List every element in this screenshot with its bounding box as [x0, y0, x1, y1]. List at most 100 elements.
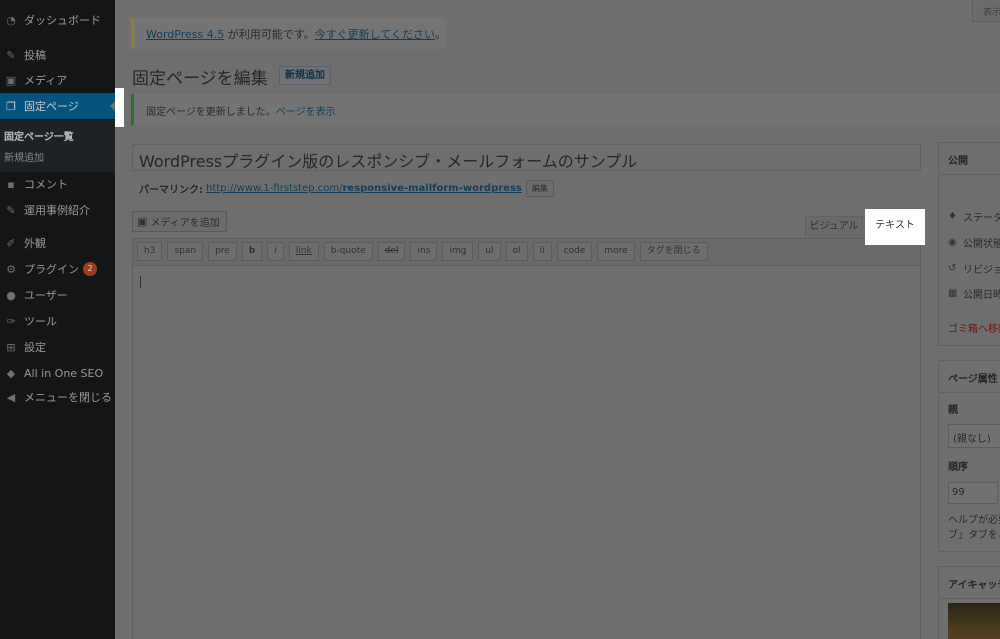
qt-span-button[interactable]: span	[167, 242, 204, 261]
order-label: 順序	[948, 462, 968, 473]
visibility-row: ◉ 公開状態	[948, 235, 1000, 250]
visibility-label: 公開状態	[963, 239, 1000, 250]
permalink-label: パーマリンク:	[139, 185, 203, 196]
qt-more-button[interactable]: more	[597, 242, 635, 261]
sidebar-item-users[interactable]: ● ユーザー	[0, 282, 115, 308]
current-menu-highlight	[115, 88, 124, 127]
order-input[interactable]: 99	[948, 482, 998, 504]
qt-ul-button[interactable]: ul	[478, 242, 501, 261]
qt-italic-button[interactable]: i	[267, 242, 284, 261]
move-to-trash-link[interactable]: ゴミ箱へ移動	[948, 320, 1000, 335]
post-title-input[interactable]: WordPressプラグイン版のレスポンシブ・メールフォームのサンプル	[132, 144, 921, 171]
permalink-edit-button[interactable]: 編集	[525, 180, 554, 197]
update-now-link[interactable]: 今すぐ更新してください	[315, 28, 435, 41]
sidebar-item-case-studies[interactable]: ✎ 運用事例紹介	[0, 197, 115, 223]
sidebar-item-label: 設定	[24, 341, 46, 354]
collapse-icon: ◀	[6, 390, 16, 404]
sidebar-item-label: All in One SEO	[24, 366, 104, 380]
qt-h3-button[interactable]: h3	[137, 242, 163, 261]
submenu-all-pages[interactable]: 固定ページ一覧	[4, 128, 74, 143]
sidebar-item-appearance[interactable]: ✐ 外観	[0, 230, 115, 256]
revisions-row: ↺ リビジョン	[948, 261, 1000, 276]
revisions-label: リビジョン	[963, 265, 1000, 276]
pin-icon: ✎	[6, 203, 16, 217]
page-attributes-box: ページ属性 親 (親なし) 順序 99 ヘルプが必要 ブ」タブをご	[938, 360, 1000, 552]
sidebar-item-all-in-one-seo[interactable]: ◆ All in One SEO	[0, 360, 115, 386]
update-notice-end: 。	[434, 28, 446, 41]
qt-bold-button[interactable]: b	[241, 242, 263, 261]
add-media-button[interactable]: ▣ メディアを追加	[132, 211, 227, 232]
admin-sidebar: ◔ ダッシュボード ✎ 投稿 ▣ メディア ❐ 固定ページ 固定ページ一覧 新規…	[0, 0, 116, 639]
editor-container: h3 span pre b i link b-quote del ins img…	[132, 238, 921, 639]
qt-close-tags-button[interactable]: タグを閉じる	[639, 242, 708, 261]
collapse-menu-button[interactable]: ◀ メニューを閉じる	[0, 384, 115, 410]
qt-img-button[interactable]: img	[442, 242, 474, 261]
plugin-update-badge: 2	[83, 262, 97, 276]
sidebar-item-label: 投稿	[24, 49, 46, 62]
pin-icon: ♦	[948, 211, 957, 222]
permalink-link[interactable]: http://www.1-firststep.com/responsive-ma…	[206, 183, 522, 194]
calendar-icon: ▦	[948, 288, 958, 299]
dashboard-icon: ◔	[6, 13, 16, 27]
sidebar-item-label: プラグイン	[24, 263, 79, 276]
sidebar-item-comments[interactable]: ▪ コメント	[0, 171, 115, 197]
sidebar-item-label: メディア	[24, 74, 68, 87]
qt-code-button[interactable]: code	[556, 242, 593, 261]
qt-blockquote-button[interactable]: b-quote	[323, 242, 373, 261]
sidebar-item-settings[interactable]: ⊞ 設定	[0, 334, 115, 360]
qt-ins-button[interactable]: ins	[410, 242, 438, 261]
sidebar-item-dashboard[interactable]: ◔ ダッシュボード	[0, 7, 115, 33]
pages-submenu: 固定ページ一覧 新規追加	[0, 120, 115, 172]
history-icon: ↺	[948, 263, 957, 274]
publish-box-title: 公開	[939, 143, 1000, 175]
media-icon: ▣	[137, 215, 148, 228]
plugin-icon: ⚙	[6, 262, 16, 276]
qt-link-button[interactable]: link	[288, 242, 319, 261]
help-text-line: ブ」タブをご	[948, 530, 1000, 541]
permalink-row: パーマリンク: http://www.1-firststep.com/respo…	[139, 180, 554, 197]
pages-icon: ❐	[6, 99, 16, 113]
sidebar-item-label: ユーザー	[24, 289, 68, 302]
page-title: 固定ページを編集	[132, 69, 268, 89]
user-icon: ●	[6, 288, 16, 302]
publish-date-row: ▦ 公開日時	[948, 286, 1000, 301]
sidebar-item-media[interactable]: ▣ メディア	[0, 67, 115, 93]
status-row: ♦ ステータス	[948, 209, 1000, 224]
sidebar-item-label: ダッシュボード	[24, 14, 101, 27]
parent-select[interactable]: (親なし)	[948, 424, 1000, 448]
wordpress-version-link[interactable]: WordPress 4.5	[146, 28, 224, 41]
featured-image-box: アイキャッチ	[938, 566, 1000, 639]
comment-icon: ▪	[7, 177, 15, 191]
add-new-button[interactable]: 新規追加	[279, 66, 331, 85]
submenu-add-new[interactable]: 新規追加	[4, 149, 44, 164]
featured-image-thumbnail[interactable]	[948, 603, 1000, 639]
add-media-label: メディアを追加	[150, 218, 220, 229]
sidebar-item-label: 固定ページ	[24, 100, 79, 113]
qt-li-button[interactable]: li	[532, 242, 552, 261]
media-icon: ▣	[5, 73, 17, 87]
screen-options-button[interactable]: 表示	[972, 0, 1000, 22]
permalink-base: http://www.1-firststep.com/	[206, 183, 343, 194]
sidebar-item-plugins[interactable]: ⚙ プラグイン 2	[0, 256, 115, 282]
view-page-link[interactable]: ページを表示	[276, 107, 336, 118]
page-updated-notice: 固定ページを更新しました。ページを表示	[131, 94, 1000, 125]
sidebar-item-label: メニューを閉じる	[24, 391, 112, 404]
qt-ol-button[interactable]: ol	[505, 242, 528, 261]
tab-text[interactable]: テキスト	[865, 209, 925, 245]
text-cursor[interactable]	[140, 276, 141, 288]
sidebar-item-label: 外観	[24, 237, 46, 250]
sidebar-item-pages[interactable]: ❐ 固定ページ	[0, 93, 116, 119]
quicktags-toolbar: h3 span pre b i link b-quote del ins img…	[133, 239, 920, 266]
qt-del-button[interactable]: del	[377, 242, 406, 261]
publish-date-label: 公開日時	[963, 290, 1000, 301]
settings-icon: ⊞	[6, 340, 16, 354]
appearance-icon: ✐	[6, 236, 16, 250]
permalink-slug: responsive-mailform-wordpress	[342, 183, 522, 194]
shield-icon: ◆	[6, 366, 16, 380]
tab-visual[interactable]: ビジュアル	[805, 216, 863, 238]
sidebar-item-label: ツール	[24, 315, 57, 328]
sidebar-item-posts[interactable]: ✎ 投稿	[0, 42, 115, 68]
qt-pre-button[interactable]: pre	[208, 242, 237, 261]
sidebar-item-tools[interactable]: ✑ ツール	[0, 308, 115, 334]
pin-icon: ✎	[6, 48, 16, 62]
